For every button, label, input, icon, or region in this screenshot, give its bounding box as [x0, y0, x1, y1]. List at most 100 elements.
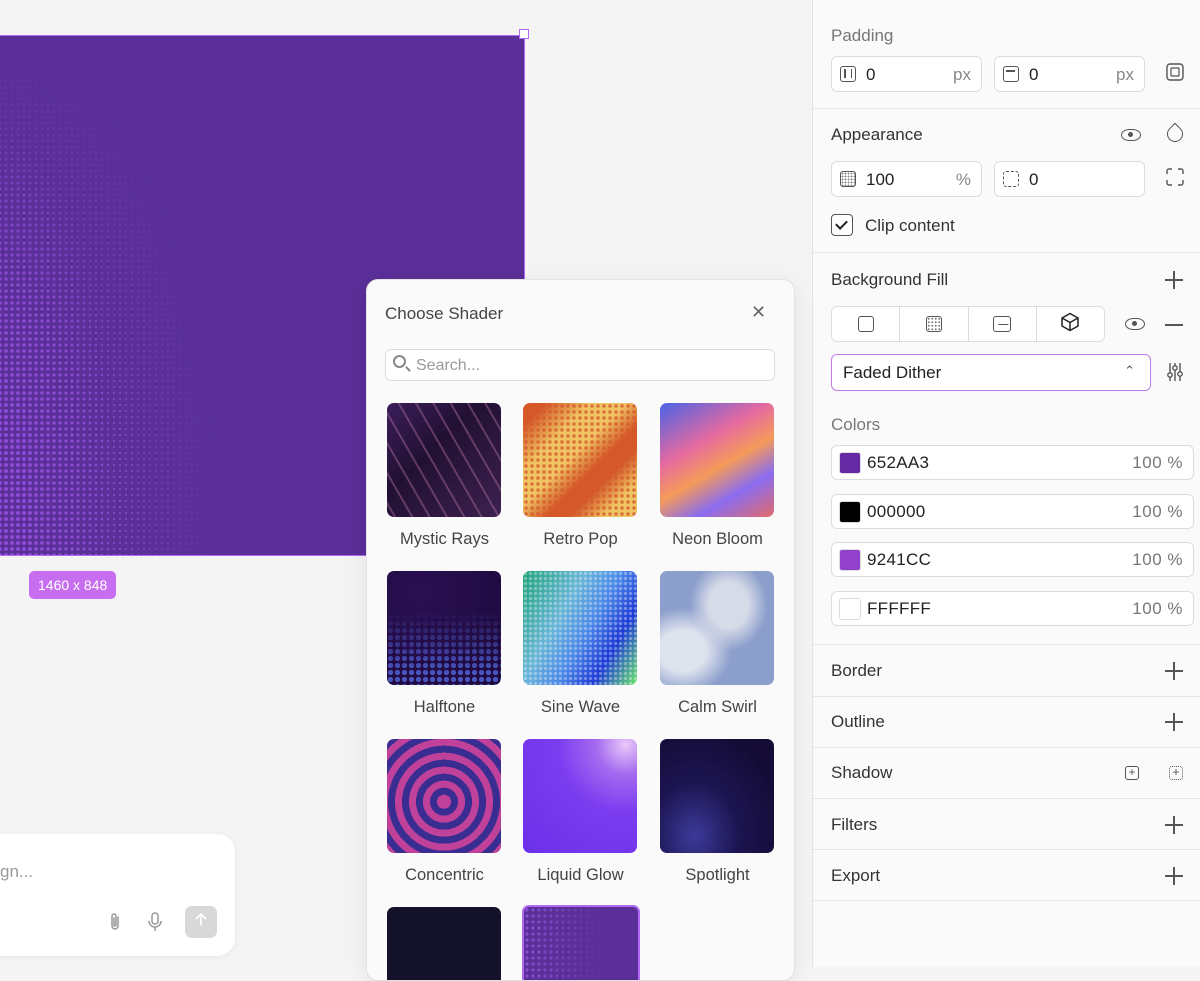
- color-swatch[interactable]: [839, 452, 861, 474]
- shader-tile-faded-dither-selected[interactable]: [522, 905, 640, 980]
- corner-radius-value: 0: [1029, 170, 1039, 189]
- color-row[interactable]: 000000 100 %: [831, 494, 1194, 529]
- microphone-icon[interactable]: [148, 912, 162, 937]
- opacity-unit: %: [955, 170, 971, 189]
- padding-horizontal-icon: [840, 66, 856, 82]
- shader-label: Concentric: [405, 866, 484, 884]
- shader-thumbnail: [523, 571, 637, 685]
- corner-radius-icon: [1003, 171, 1019, 187]
- color-opacity[interactable]: 100 %: [1132, 550, 1183, 570]
- opacity-value: 100: [866, 170, 895, 189]
- color-hex[interactable]: 652AA3: [867, 453, 929, 473]
- opacity-input[interactable]: 100 %: [831, 161, 982, 197]
- size-badge: 1460 x 848: [29, 571, 117, 599]
- remove-fill-icon[interactable]: [1165, 315, 1185, 335]
- shader-thumbnail: [387, 403, 501, 517]
- shader-label: Mystic Rays: [400, 530, 489, 548]
- colors-title: Colors: [831, 415, 881, 434]
- shader-thumbnail: [522, 905, 640, 980]
- shader-thumbnail: [387, 571, 501, 685]
- shader-label: Neon Bloom: [672, 530, 763, 548]
- send-button[interactable]: [185, 906, 217, 938]
- shader-tile-concentric[interactable]: Concentric: [387, 739, 502, 885]
- shader-tile-halftone[interactable]: Halftone: [387, 571, 502, 717]
- padding-horizontal-input[interactable]: 0 px: [831, 56, 982, 92]
- outline-title: Outline: [831, 712, 885, 731]
- color-opacity[interactable]: 100 %: [1132, 599, 1183, 619]
- fill-type-shader[interactable]: [1037, 307, 1104, 341]
- clip-content-checkbox[interactable]: [831, 214, 853, 236]
- search-input[interactable]: [414, 350, 768, 382]
- color-opacity[interactable]: 100 %: [1132, 453, 1183, 473]
- add-filter-icon[interactable]: [1165, 815, 1185, 835]
- shader-label: Liquid Glow: [537, 866, 624, 884]
- shader-label: Sine Wave: [540, 698, 621, 716]
- eye-icon[interactable]: [1125, 318, 1145, 330]
- image-fill-icon: [993, 316, 1012, 332]
- padding-vertical-icon: [1003, 66, 1019, 82]
- arrow-up-icon: [195, 912, 207, 926]
- color-row[interactable]: FFFFFF 100 %: [831, 591, 1194, 626]
- fill-type-image[interactable]: [969, 307, 1037, 341]
- padding-title: Padding: [831, 26, 894, 45]
- shader-settings-sliders-icon[interactable]: [1164, 362, 1186, 384]
- shader-tile-calm-swirl[interactable]: Calm Swirl: [660, 571, 775, 717]
- eye-icon[interactable]: [1121, 129, 1141, 141]
- corner-radius-input[interactable]: 0: [994, 161, 1145, 197]
- appearance-title: Appearance: [831, 125, 923, 144]
- cube-icon: [1060, 312, 1080, 336]
- gradient-fill-icon: [925, 316, 942, 332]
- color-swatch[interactable]: [839, 598, 861, 620]
- color-hex[interactable]: 9241CC: [867, 550, 931, 570]
- shader-tile-mystic-rays[interactable]: Mystic Rays: [387, 403, 502, 549]
- color-swatch[interactable]: [839, 549, 861, 571]
- color-row[interactable]: 9241CC 100 %: [831, 542, 1194, 577]
- shader-thumbnail: [660, 739, 774, 853]
- divider: [813, 696, 1200, 697]
- blend-mode-drop-icon[interactable]: [1163, 122, 1187, 146]
- divider: [813, 644, 1200, 645]
- individual-corners-icon[interactable]: [1164, 168, 1186, 190]
- divider: [813, 108, 1200, 109]
- shader-tile-neon-bloom[interactable]: Neon Bloom: [660, 403, 775, 549]
- fill-type-solid[interactable]: [832, 307, 901, 341]
- ai-chat-box[interactable]: gn...: [0, 834, 235, 956]
- divider: [813, 900, 1200, 901]
- color-row[interactable]: 652AA3 100 %: [831, 445, 1194, 480]
- shader-label: Calm Swirl: [678, 698, 757, 716]
- search-field[interactable]: [385, 349, 775, 382]
- shader-label: Halftone: [413, 698, 476, 716]
- padding-vertical-input[interactable]: 0 px: [994, 56, 1145, 92]
- export-title: Export: [831, 866, 881, 885]
- shader-tile-sine-wave[interactable]: Sine Wave: [523, 571, 638, 717]
- add-export-icon[interactable]: [1165, 866, 1185, 886]
- shader-tile-spotlight[interactable]: Spotlight: [660, 739, 775, 885]
- color-opacity[interactable]: 100 %: [1132, 502, 1183, 522]
- padding-individual-icon[interactable]: [1164, 63, 1186, 85]
- add-border-icon[interactable]: [1165, 661, 1185, 681]
- color-hex[interactable]: 000000: [867, 502, 926, 522]
- fill-type-gradient[interactable]: [900, 307, 969, 341]
- shadow-title: Shadow: [831, 763, 893, 782]
- shader-tile-retro-pop[interactable]: Retro Pop: [523, 403, 638, 549]
- color-hex[interactable]: FFFFFF: [867, 599, 931, 619]
- shader-select[interactable]: Faded Dither ⌃: [831, 354, 1151, 391]
- resize-handle[interactable]: [519, 29, 529, 39]
- shader-tile-liquid-glow[interactable]: Liquid Glow: [523, 739, 638, 885]
- divider: [813, 252, 1200, 253]
- add-fill-icon[interactable]: [1165, 270, 1185, 290]
- opacity-icon: [840, 171, 856, 187]
- color-swatch[interactable]: [839, 501, 861, 523]
- paperclip-icon[interactable]: [108, 912, 122, 937]
- add-inner-shadow-icon[interactable]: +: [1125, 766, 1139, 780]
- choose-shader-popup: Choose Shader ✕ Mystic Rays Retro Pop Ne…: [366, 279, 795, 981]
- fill-type-segmented-control: [831, 306, 1105, 342]
- chat-input-placeholder[interactable]: gn...: [0, 862, 33, 882]
- close-icon[interactable]: ✕: [751, 302, 766, 323]
- add-drop-shadow-icon[interactable]: +: [1169, 766, 1183, 780]
- shader-tile-partial[interactable]: [387, 907, 502, 980]
- divider: [813, 747, 1200, 748]
- add-outline-icon[interactable]: [1165, 712, 1185, 732]
- shader-thumbnail: [523, 403, 637, 517]
- dither-pattern-dense: [0, 36, 191, 555]
